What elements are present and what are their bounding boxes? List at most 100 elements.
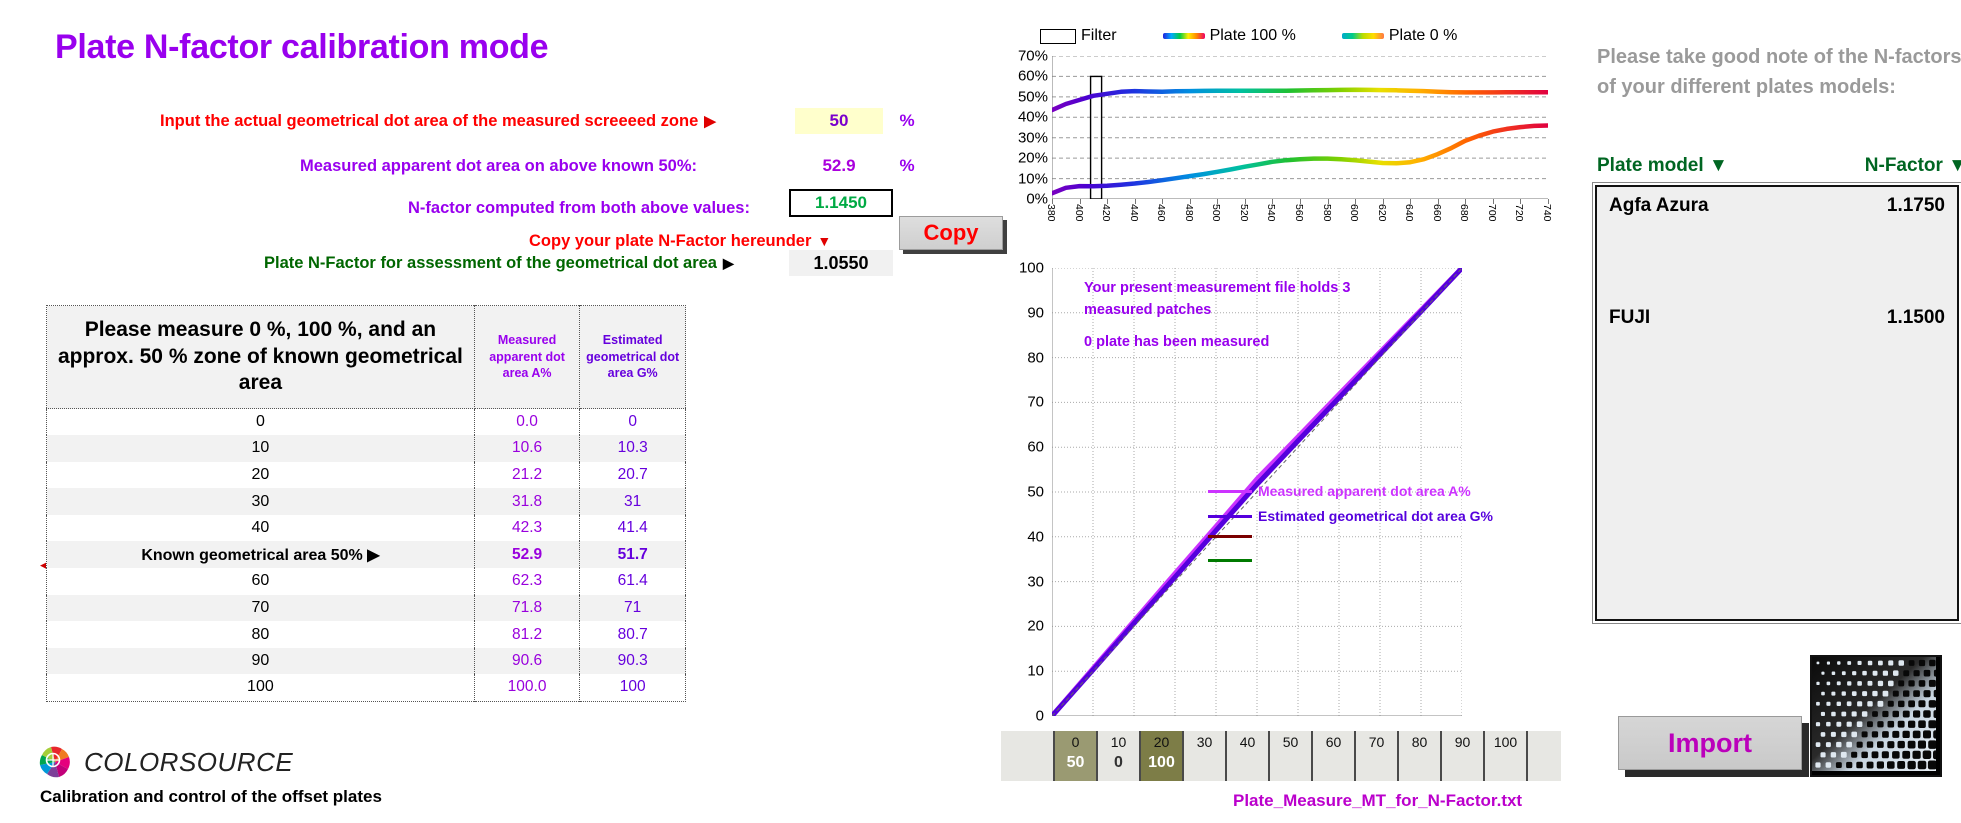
plate-nfactor-value: 1.1750 [1886,195,1945,216]
plate-model-name: Agfa Azura [1609,195,1709,216]
table-row: 70 71.8 71 [46,594,686,622]
copy-button[interactable]: Copy [899,216,1003,250]
halftone-plate-image [1810,655,1942,777]
chevron-down-icon[interactable]: ▼ [1709,155,1728,176]
plate-nfactor-value[interactable]: 1.0550 [789,250,893,276]
patch-cell[interactable]: 20 100 [1139,731,1182,781]
note-line-1: Your present measurement file holds 3 [1084,280,1351,296]
spectral-x-tickmark [1355,199,1357,204]
patch-cell[interactable]: 100 [1096,731,1139,781]
spectral-svg [1049,55,1551,200]
spectral-reflectance-chart: Filter Plate 100 % Plate 0 % 0% 10% 20% 30%… [1000,14,1558,244]
patch-index-label: 0 [1071,734,1080,750]
spectral-x-tickmark [1548,199,1549,204]
dot-area-y-tick: 70 [1027,393,1044,411]
table-cell-geometrical: 0 [628,413,637,431]
spectral-x-tick: 460 [1155,204,1168,222]
table-header-apparent: Measured apparent dot area A% [474,305,581,409]
play-triangle-icon: ▶ [367,546,380,564]
dot-legend-geometrical: Estimated geometrical dot area G% [1208,508,1493,524]
spectral-x-tick: 740 [1541,204,1553,222]
patch-cell[interactable]: 40 [1225,731,1268,781]
patch-cell[interactable]: 30 [1182,731,1225,781]
patch-value-label [1313,750,1354,754]
spectral-x-tickmark [1520,199,1522,204]
table-cell-apparent: 21.2 [474,461,581,489]
dot-area-y-tick: 60 [1027,438,1044,456]
patch-index-label: 90 [1454,734,1471,750]
patch-cell[interactable]: 100 [1483,731,1526,781]
patch-cell[interactable]: 70 [1354,731,1397,781]
patch-cell[interactable]: 80 [1397,731,1440,781]
filter-swatch-icon [1040,28,1076,44]
table-row: 10 10.6 10.3 [46,435,686,462]
copy-instruction-text: Copy your plate N-Factor hereunder [529,231,812,250]
dot-area-y-tick: 50 [1027,483,1044,501]
measurement-file-name: Plate_Measure_MT_for_N-Factor.txt [1233,791,1523,810]
patch-cell[interactable] [1526,731,1569,781]
table-row: 60 62.3 61.4 [46,568,686,595]
table-cell-reference: 100 [46,674,475,702]
plate-list-item[interactable]: Agfa Azura 1.1750 [1609,195,1945,217]
known-row-label: Known geometrical area 50% [141,546,363,564]
spectral-x-tickmark [1217,199,1219,204]
table-cell-reference: 30 [46,488,475,515]
plate-model-column-header[interactable]: Plate model ▼ [1597,155,1728,177]
page-title: Plate N-factor calibration mode [55,28,549,66]
patch-value-label [1184,750,1225,754]
plate-note-text: Please take good note of the N-factors o… [1597,46,1961,99]
spectral-x-tickmark [1244,199,1246,204]
input-geometrical-value[interactable]: 50 [795,108,883,134]
patch-cell[interactable]: 50 [1268,731,1311,781]
nfactor-column-header[interactable]: N-Factor ▼ [1865,155,1961,177]
measured-unit-percent: % [899,156,915,175]
spectral-x-tick: 520 [1237,204,1250,222]
patch-index-label: 20 [1153,734,1170,750]
spectral-x-tick: 660 [1430,204,1443,222]
table-cell-apparent: 0.0 [474,408,581,436]
plate-model-header-text: Plate model [1597,155,1704,176]
plate-list-item[interactable]: FUJI 1.1500 [1609,307,1945,329]
dot-area-y-tick: 10 [1027,662,1044,680]
spectral-chart-legend: Filter Plate 100 % Plate 0 % [1040,27,1457,45]
dot-area-y-tick: 30 [1027,573,1044,591]
table-cell-apparent: 31.8 [474,488,581,515]
spectral-x-tick: 420 [1100,204,1113,222]
patch-cell[interactable]: 60 [1311,731,1354,781]
patch-value-label: 100 [1148,754,1175,771]
plate-list-box[interactable]: Agfa Azura 1.1750 FUJI 1.1500 [1592,182,1961,624]
table-cell-reference: 80 [46,621,475,648]
patch-cell[interactable]: 90 [1440,731,1483,781]
spectral-x-tick: 480 [1182,204,1195,222]
measurement-table: Please measure 0 %, 100 %, and an approx… [46,305,686,702]
patch-strip[interactable]: 0 50 10 0 20 100 30 40 50 60 70 80 90 100 [1001,731,1561,781]
spectral-x-tick: 500 [1210,204,1223,222]
legend-label-plate0: Plate 0 % [1388,27,1458,44]
plate0-swatch-icon [1341,33,1384,39]
import-button[interactable]: Import [1618,716,1802,770]
plate-model-name: FUJI [1609,307,1651,328]
play-triangle-icon: ▶ [704,113,716,130]
patch-cell[interactable]: 0 50 [1053,731,1096,781]
dot-legend-label-a: Measured apparent dot area A% [1258,483,1471,499]
table-cell-apparent: 62.3 [474,568,581,595]
dot-legend-extra-2 [1208,559,1252,562]
spectral-x-tickmark [1327,199,1329,204]
spectral-y-tick: 50% [1017,88,1048,106]
nfactor-computed-value: 1.1450 [789,189,893,217]
spectral-x-tick: 440 [1127,204,1140,222]
note-line-2: measured patches [1084,302,1212,318]
table-cell-geometrical: 51.7 [617,545,648,563]
nfactor-computed-label: N-factor computed from both above values… [408,198,750,217]
patch-value-label [1485,750,1526,754]
spectral-series-2 [1049,123,1551,196]
table-header-geometrical: Estimated geometrical dot area G% [579,305,686,409]
dot-area-y-tick: 90 [1027,304,1044,322]
table-cell-apparent: 42.3 [474,514,581,542]
measured-apparent-label: Measured apparent dot area on above know… [300,156,698,175]
spectral-x-tickmark [1134,199,1136,204]
input-unit-percent: % [899,111,915,130]
spectral-x-tick: 680 [1458,204,1471,222]
chevron-down-icon[interactable]: ▼ [1948,155,1961,176]
patch-index-label: 10 [1110,734,1127,750]
